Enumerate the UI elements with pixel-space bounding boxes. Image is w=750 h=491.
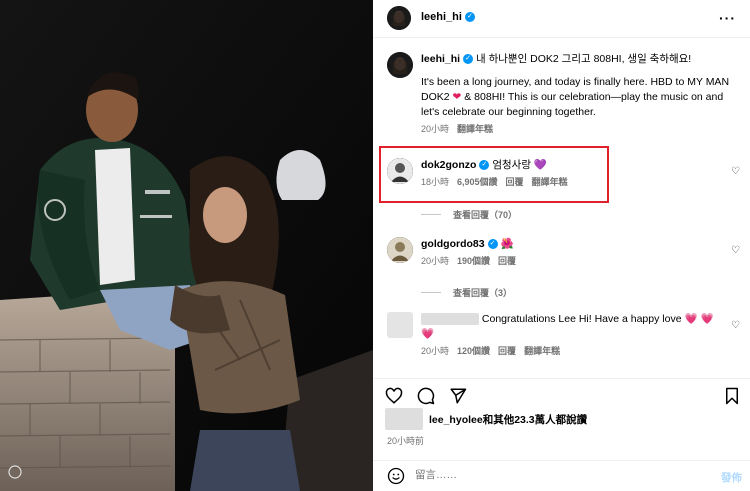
comment-avatar[interactable] — [387, 158, 413, 184]
verified-icon: ✓ — [464, 12, 475, 23]
view-replies-button[interactable]: 查看回覆（3） — [421, 286, 512, 299]
divider — [421, 214, 441, 215]
blurred-username[interactable] — [421, 313, 479, 326]
reply-button[interactable]: 回覆 — [498, 344, 516, 359]
verified-icon: ✓ — [463, 54, 474, 65]
comment-likes[interactable]: 190個讚 — [457, 254, 490, 269]
author-avatar[interactable] — [387, 6, 411, 30]
comment-time: 20小時 — [421, 256, 450, 266]
heart-icon[interactable] — [385, 387, 403, 405]
comment-avatar[interactable] — [387, 237, 413, 263]
translate-button[interactable]: 翻譯年糕 — [524, 344, 560, 359]
translate-button[interactable]: 翻譯年糕 — [532, 175, 568, 190]
caption-time: 20小時 — [421, 124, 450, 134]
more-icon[interactable]: ··· — [719, 10, 736, 26]
caption-line-1: leehi_hi ✓ 내 하나뿐인 DOK2 그리고 808HI, 생일 축하해요… — [421, 52, 742, 67]
bookmark-icon[interactable] — [723, 387, 741, 405]
likes-text[interactable]: lee_hyolee和其他23.3萬人都說讚 — [429, 412, 587, 427]
like-comment-icon[interactable]: ♡ — [731, 245, 740, 256]
post-caption: leehi_hi ✓ 내 하나뿐인 DOK2 그리고 808HI, 생일 축하해요… — [387, 52, 742, 144]
liker-avatars — [385, 408, 423, 430]
comment-item: Congratulations Lee Hi! Have a happy lov… — [387, 312, 742, 362]
share-icon[interactable] — [449, 387, 467, 405]
comment-likes[interactable]: 6,905個讚 — [457, 175, 498, 190]
comment-username[interactable]: goldgordo83 — [421, 238, 485, 250]
verified-icon: ✓ — [487, 239, 498, 250]
view-replies-label: 查看回覆（3） — [453, 288, 513, 298]
post-actions — [373, 378, 750, 412]
comments-panel: leehi_hi ✓ ··· leehi_hi ✓ 내 하나뿐인 DOK2 그리고 … — [373, 0, 750, 491]
comment-likes[interactable]: 120個讚 — [457, 344, 490, 359]
comment-time: 20小時 — [421, 346, 450, 356]
comment-text: Congratulations Lee Hi! Have a happy lov… — [481, 313, 682, 325]
likes-row[interactable]: lee_hyolee和其他23.3萬人都說讚 — [385, 408, 587, 430]
comment-text: 엄청사랑 — [492, 159, 531, 171]
reply-button[interactable]: 回覆 — [506, 175, 524, 190]
author-username-row[interactable]: leehi_hi ✓ — [421, 11, 475, 23]
post-comment-button[interactable]: 發佈 — [721, 470, 742, 485]
emoji-icon[interactable] — [387, 467, 405, 485]
post-viewer: leehi_hi ✓ ··· leehi_hi ✓ 내 하나뿐인 DOK2 그리고 … — [0, 0, 750, 491]
comment-body: goldgordo83 ✓ 🌺 20小時 190個讚 回覆 — [421, 237, 720, 269]
view-replies-label: 查看回覆（70） — [453, 210, 518, 220]
flower-emoji: 🌺 — [500, 238, 514, 250]
view-replies-button[interactable]: 查看回覆（70） — [421, 208, 517, 221]
comment-item: goldgordo83 ✓ 🌺 20小時 190個讚 回覆 ♡ — [387, 237, 742, 271]
caption-paragraph: It's been a long journey, and today is f… — [421, 75, 742, 120]
see-translation-link[interactable]: 翻譯年糕 — [457, 122, 493, 137]
caption-text-ko: 내 하나뿐인 DOK2 그리고 808HI, 생일 축하해요! — [476, 53, 692, 65]
comment-meta: 20小時 120個讚 回覆 翻譯年糕 — [421, 344, 720, 359]
comment-input[interactable] — [415, 469, 665, 481]
comment-body: Congratulations Lee Hi! Have a happy lov… — [421, 312, 720, 359]
heart-emoji: ❤ — [452, 91, 462, 103]
comment-body: dok2gonzo ✓ 엄청사랑 💜 18小時 6,905個讚 回覆 翻譯年糕 — [421, 158, 720, 190]
post-photo[interactable] — [0, 0, 373, 491]
author-username[interactable]: leehi_hi — [421, 11, 462, 23]
comment-username[interactable]: dok2gonzo — [421, 159, 476, 171]
comment-meta: 18小時 6,905個讚 回覆 翻譯年糕 — [421, 175, 720, 190]
caption-avatar[interactable] — [387, 52, 413, 78]
comment-icon[interactable] — [417, 387, 435, 405]
comment-item: dok2gonzo ✓ 엄청사랑 💜 18小時 6,905個讚 回覆 翻譯年糕 ♡ — [387, 158, 742, 192]
like-comment-icon[interactable]: ♡ — [731, 166, 740, 177]
post-header: leehi_hi ✓ ··· — [373, 0, 750, 38]
caption-text-en-2: & 808HI! This is our celebration—play th… — [421, 91, 724, 118]
comment-meta: 20小時 190個讚 回覆 — [421, 254, 720, 269]
post-time[interactable]: 20小時前 — [387, 434, 424, 447]
caption-meta: 20小時 翻譯年糕 — [421, 122, 742, 137]
divider — [421, 292, 441, 293]
caption-username[interactable]: leehi_hi — [421, 53, 460, 65]
caption-body: leehi_hi ✓ 내 하나뿐인 DOK2 그리고 808HI, 생일 축하해요… — [421, 52, 742, 137]
like-comment-icon[interactable]: ♡ — [731, 320, 740, 331]
comment-time: 18小時 — [421, 177, 450, 187]
heart-emoji: 💜 — [533, 159, 547, 171]
photo-illustration — [0, 0, 373, 491]
reply-button[interactable]: 回覆 — [498, 254, 516, 269]
comment-composer: 發佈 — [373, 460, 750, 491]
verified-icon: ✓ — [479, 160, 490, 171]
comment-avatar[interactable] — [387, 312, 413, 338]
